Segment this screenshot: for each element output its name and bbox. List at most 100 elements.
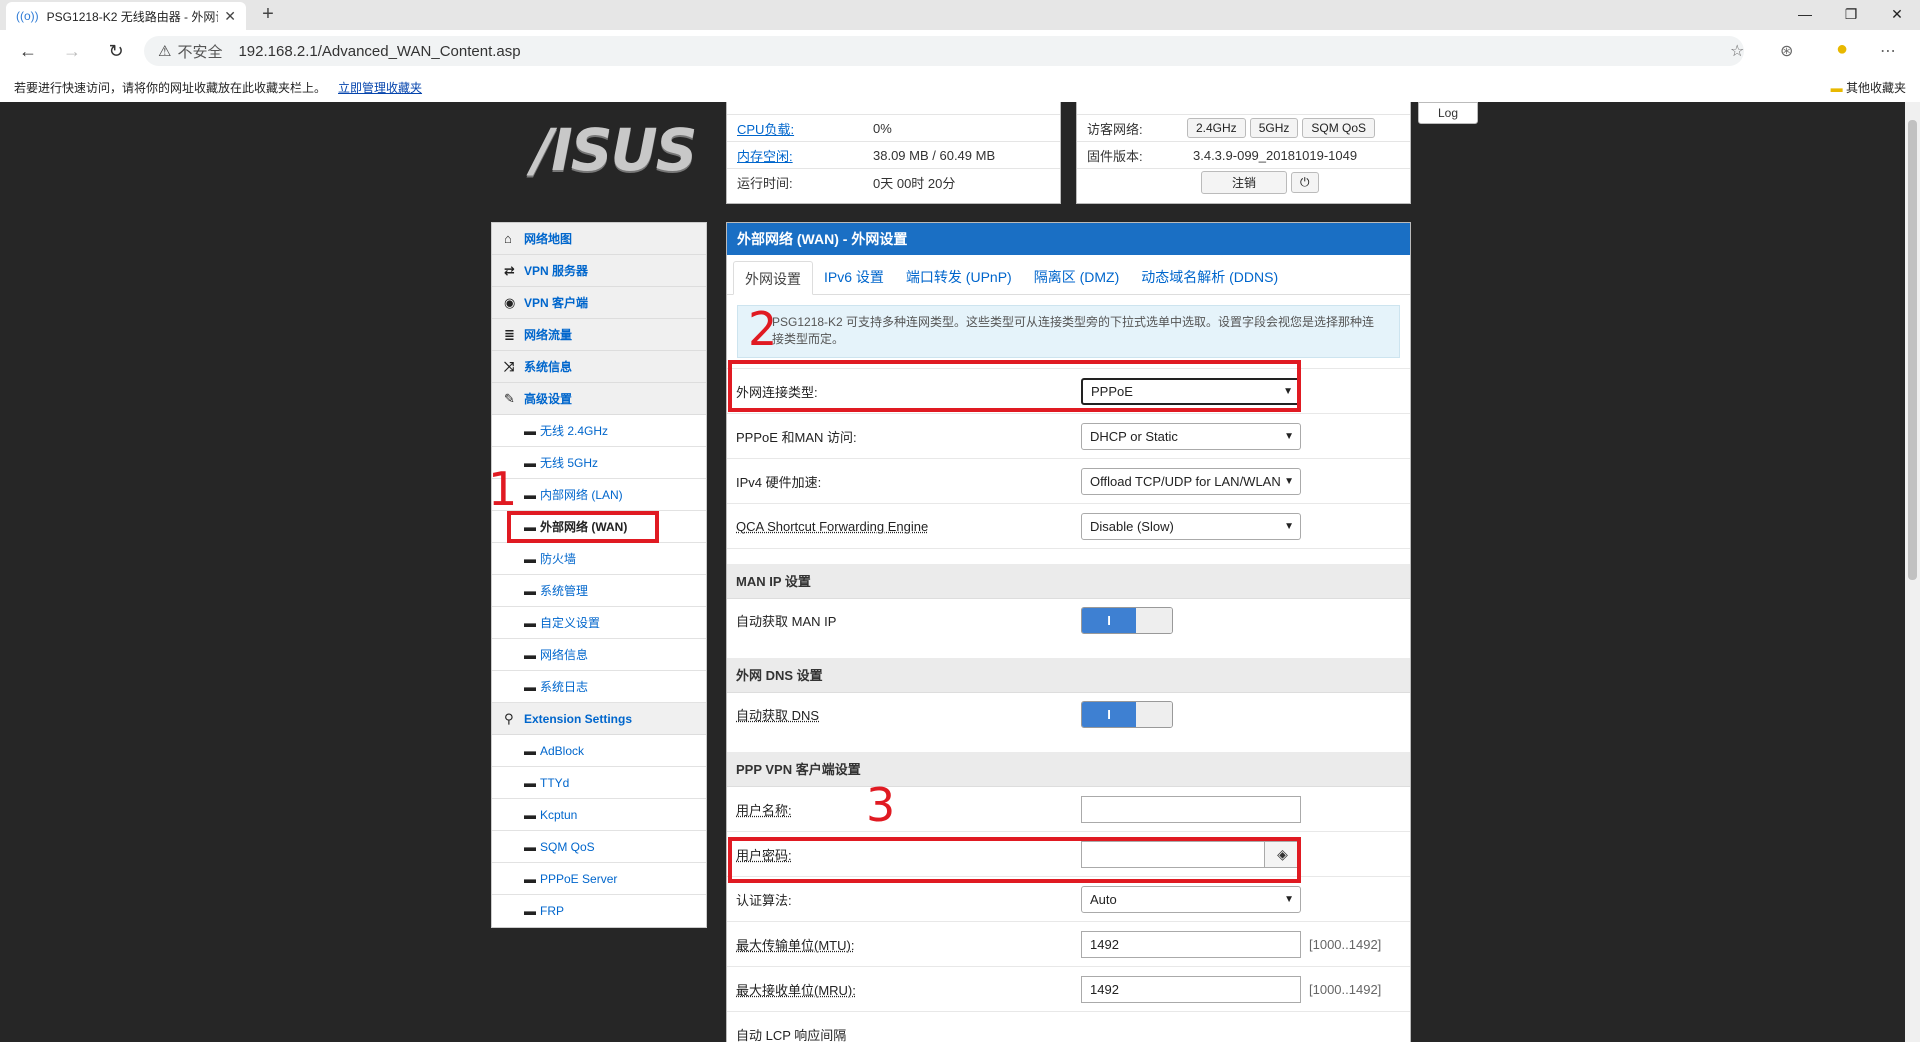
vpn-client-section: PPP VPN 客户端设置 bbox=[727, 752, 1410, 787]
dash-icon: ▬ bbox=[524, 647, 536, 662]
browser-tab[interactable]: ((o)) PSG1218-K2 无线路由器 - 外网设 ✕ bbox=[6, 2, 246, 30]
auth-select[interactable]: Auto ▼ bbox=[1081, 885, 1301, 913]
wrench-icon: ✎ bbox=[504, 390, 515, 406]
man-ip-section: MAN IP 设置 bbox=[727, 564, 1410, 599]
restore-icon[interactable]: ❐ bbox=[1828, 0, 1874, 30]
hw-accel-select[interactable]: Offload TCP/UDP for LAN/WLAN ▼ bbox=[1081, 467, 1301, 495]
close-tab-icon[interactable]: ✕ bbox=[224, 8, 236, 25]
insecure-label: 不安全 bbox=[177, 43, 223, 61]
log-button[interactable]: Log bbox=[1418, 102, 1478, 124]
bookmark-bar: 若要进行快速访问，请将你的网址收藏放在此收藏夹栏上。 立即管理收藏夹 ▬ 其他收… bbox=[0, 72, 1920, 102]
network-status-panel: 访客网络: 2.4GHz 5GHz SQM QoS 固件版本: 3.4.3.9-… bbox=[1076, 102, 1411, 204]
sidebar-item-adblock[interactable]: ▬ AdBlock bbox=[492, 735, 706, 767]
mru-range: [1000..1492] bbox=[1309, 981, 1382, 997]
tab-port-forward[interactable]: 端口转发 (UPnP) bbox=[895, 260, 1023, 294]
sidebar-item-firewall[interactable]: ▬ 防火墙 bbox=[492, 543, 706, 575]
tab-ddns[interactable]: 动态域名解析 (DDNS) bbox=[1130, 260, 1289, 294]
favorite-star-icon[interactable]: ☆ bbox=[1730, 41, 1744, 61]
wan-type-label: 外网连接类型: bbox=[736, 384, 818, 400]
sidebar-item-syslog[interactable]: ▬ 系统日志 bbox=[492, 671, 706, 703]
sidebar-item-admin[interactable]: ▬ 系统管理 bbox=[492, 575, 706, 607]
tab-title: PSG1218-K2 无线路由器 - 外网设 bbox=[46, 9, 219, 24]
forward-icon[interactable]: → bbox=[58, 38, 86, 64]
sidebar-item-advanced[interactable]: ✎ 高级设置 bbox=[492, 383, 706, 415]
warning-icon: ⚠ bbox=[158, 43, 172, 60]
mru-label: 最大接收单位(MRU): bbox=[736, 982, 856, 998]
manage-bookmarks-link[interactable]: 立即管理收藏夹 bbox=[338, 79, 422, 96]
sidebar-item-network-map[interactable]: ⌂ 网络地图 bbox=[492, 223, 706, 255]
system-status-panel: CPU负载: 0% 内存空闲: 38.09 MB / 60.49 MB 运行时间… bbox=[726, 102, 1061, 204]
firmware-value[interactable]: 3.4.3.9-099_20181019-1049 bbox=[1187, 148, 1357, 163]
sidebar-item-wan[interactable]: ▬ 外部网络 (WAN) bbox=[492, 511, 706, 543]
extension-icon[interactable]: ⊛ bbox=[1780, 41, 1793, 61]
sidebar-item-pppoe-server[interactable]: ▬ PPPoE Server bbox=[492, 863, 706, 895]
tab-ipv6[interactable]: IPv6 设置 bbox=[813, 260, 895, 294]
refresh-icon[interactable]: ↻ bbox=[102, 38, 130, 64]
sidebar-item-lan[interactable]: ▬ 内部网络 (LAN) bbox=[492, 479, 706, 511]
sidebar-item-wifi5[interactable]: ▬ 无线 5GHz bbox=[492, 447, 706, 479]
tab-dmz[interactable]: 隔离区 (DMZ) bbox=[1023, 260, 1131, 294]
sqm-button[interactable]: SQM QoS bbox=[1302, 118, 1376, 138]
show-password-icon[interactable]: ◈ bbox=[1265, 840, 1301, 868]
guest-24-button[interactable]: 2.4GHz bbox=[1187, 118, 1246, 138]
close-window-icon[interactable]: ✕ bbox=[1874, 0, 1920, 30]
guest-5-button[interactable]: 5GHz bbox=[1249, 118, 1299, 138]
cpu-label[interactable]: CPU负载: bbox=[727, 119, 867, 138]
scrollbar-thumb[interactable] bbox=[1908, 120, 1917, 580]
wan-type-row: 外网连接类型: PPPoE ▼ bbox=[727, 369, 1410, 414]
power-icon[interactable]: ⏻ bbox=[1291, 172, 1319, 193]
sidebar-item-vpn-server[interactable]: ⇄ VPN 服务器 bbox=[492, 255, 706, 287]
dash-icon: ▬ bbox=[524, 904, 536, 918]
password-input[interactable] bbox=[1081, 840, 1265, 868]
sidebar-item-netinfo[interactable]: ▬ 网络信息 bbox=[492, 639, 706, 671]
wan-type-select[interactable]: PPPoE ▼ bbox=[1081, 377, 1301, 405]
username-input[interactable] bbox=[1081, 795, 1301, 823]
auto-dns-row: 自动获取 DNS I bbox=[727, 693, 1410, 735]
dash-icon: ▬ bbox=[524, 679, 536, 694]
sidebar-item-traffic[interactable]: ≣ 网络流量 bbox=[492, 319, 706, 351]
auto-dns-label: 自动获取 DNS bbox=[736, 707, 820, 723]
sidebar-item-extension[interactable]: ⚲ Extension Settings bbox=[492, 703, 706, 735]
tab-internet[interactable]: 外网设置 bbox=[733, 261, 813, 295]
sidebar-item-vpn-client[interactable]: ◉ VPN 客户端 bbox=[492, 287, 706, 319]
password-label: 用户密码: bbox=[736, 847, 792, 863]
sidebar-item-frp[interactable]: ▬ FRP bbox=[492, 895, 706, 927]
guest-row: 访客网络: 2.4GHz 5GHz SQM QoS bbox=[1077, 115, 1410, 142]
mtu-input[interactable]: 1492 bbox=[1081, 930, 1301, 958]
home-icon: ⌂ bbox=[504, 231, 512, 246]
sidebar-item-ttyd[interactable]: ▬ TTYd bbox=[492, 767, 706, 799]
back-icon[interactable]: ← bbox=[14, 38, 42, 64]
sidebar-item-sqm[interactable]: ▬ SQM QoS bbox=[492, 831, 706, 863]
url-field[interactable]: ⚠ 不安全 192.168.2.1/Advanced_WAN_Content.a… bbox=[144, 36, 1744, 66]
spacer bbox=[727, 358, 1410, 369]
annotation-number-2: 2 bbox=[748, 302, 778, 356]
avatar[interactable]: ● bbox=[1836, 38, 1848, 61]
folder-icon: ▬ bbox=[1830, 81, 1846, 95]
minimize-icon[interactable]: — bbox=[1782, 0, 1828, 30]
sidebar-item-kcptun[interactable]: ▬ Kcptun bbox=[492, 799, 706, 831]
auto-dns-toggle[interactable]: I bbox=[1081, 700, 1173, 728]
list-icon: ≣ bbox=[504, 326, 515, 342]
sidebar-item-custom[interactable]: ▬ 自定义设置 bbox=[492, 607, 706, 639]
hw-accel-label: IPv4 硬件加速: bbox=[736, 474, 822, 490]
logout-row: 注销 ⏻ bbox=[1077, 169, 1410, 196]
more-icon[interactable]: ⋯ bbox=[1880, 41, 1896, 61]
dash-icon: ▬ bbox=[524, 455, 536, 470]
router-favicon-icon: ((o)) bbox=[16, 9, 39, 23]
mru-input[interactable]: 1492 bbox=[1081, 975, 1301, 1003]
auto-ip-toggle[interactable]: I bbox=[1081, 606, 1173, 634]
logout-button[interactable]: 注销 bbox=[1201, 171, 1287, 194]
sidebar-item-wifi24[interactable]: ▬ 无线 2.4GHz bbox=[492, 415, 706, 447]
mem-label[interactable]: 内存空闲: bbox=[727, 146, 867, 165]
mem-value: 38.09 MB / 60.49 MB bbox=[873, 147, 996, 163]
new-tab-button[interactable]: + bbox=[255, 2, 281, 28]
qca-select[interactable]: Disable (Slow) ▼ bbox=[1081, 512, 1301, 540]
auth-label: 认证算法: bbox=[736, 892, 792, 908]
sidebar-item-sysinfo[interactable]: ⤨ 系统信息 bbox=[492, 351, 706, 383]
pppoe-man-select[interactable]: DHCP or Static ▼ bbox=[1081, 422, 1301, 450]
page-scrollbar[interactable] bbox=[1905, 102, 1920, 1042]
dash-icon: ▬ bbox=[524, 583, 536, 598]
address-bar-row: ← → ↻ ⚠ 不安全 192.168.2.1/Advanced_WAN_Con… bbox=[0, 30, 1920, 72]
other-bookmarks[interactable]: ▬ 其他收藏夹 bbox=[1831, 79, 1906, 96]
auto-ip-label: 自动获取 MAN IP bbox=[736, 613, 837, 629]
